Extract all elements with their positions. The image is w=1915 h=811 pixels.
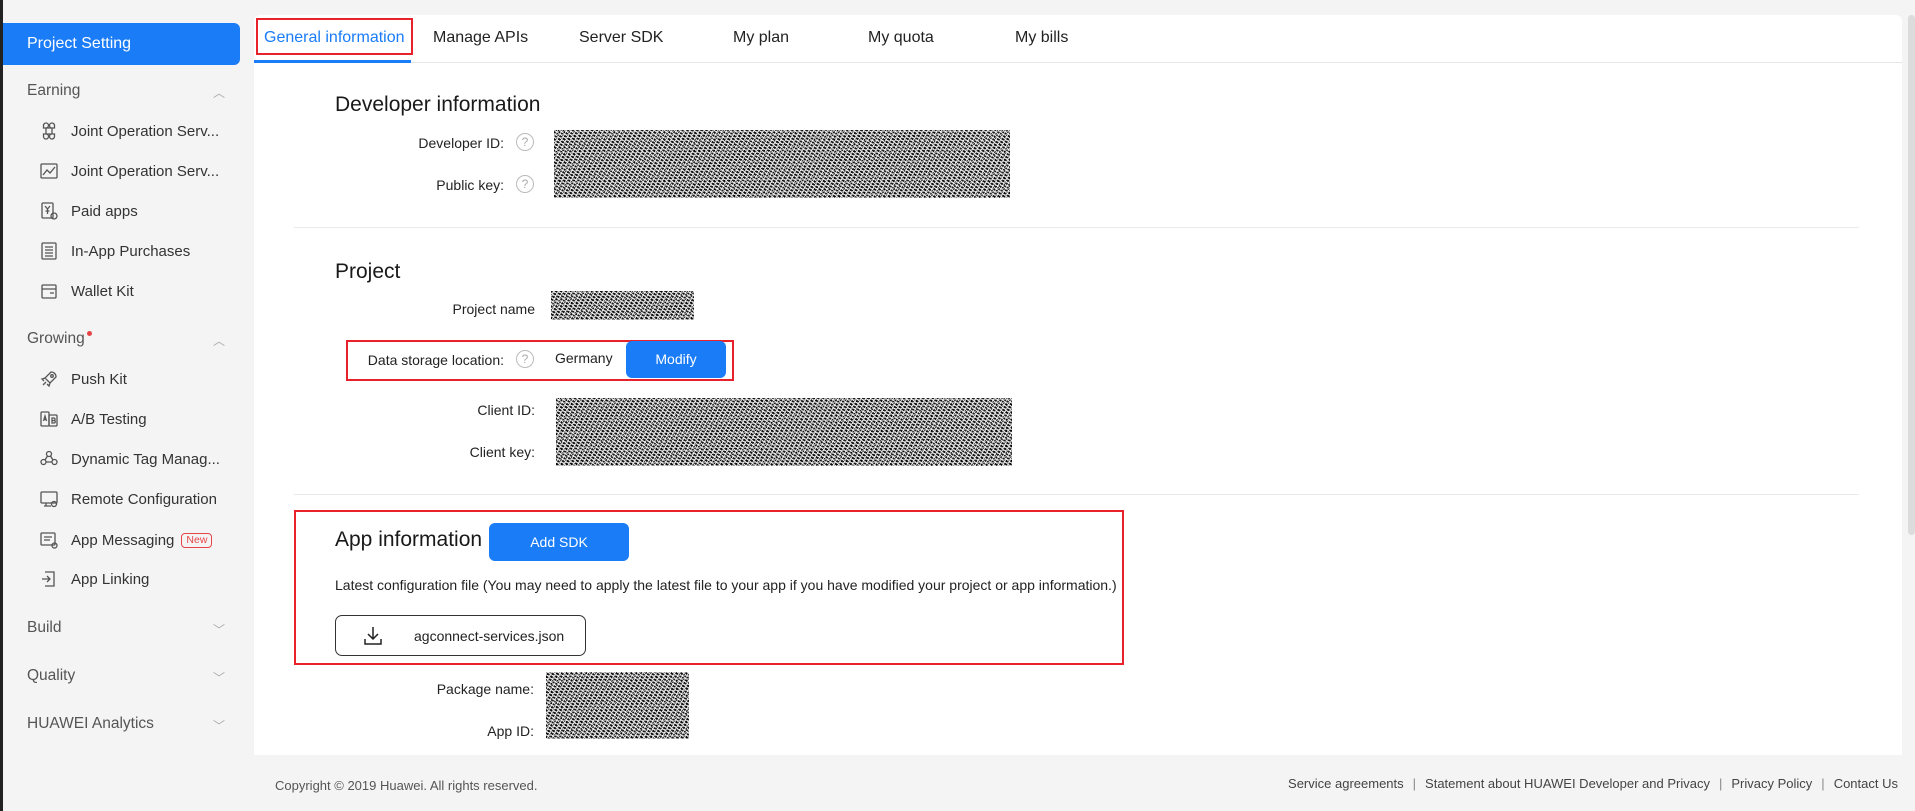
- sidebar-group-huawei-analytics[interactable]: HUAWEI Analytics ﹀: [27, 715, 225, 733]
- sidebar-item-label: Remote Configuration: [71, 490, 217, 508]
- section-title-app-information: App information: [335, 528, 483, 551]
- sidebar-item-in-app-purchases[interactable]: In-App Purchases: [39, 239, 229, 263]
- sidebar-item-paid-apps[interactable]: Paid apps: [39, 199, 229, 223]
- yen-receipt-icon: [39, 201, 59, 221]
- sidebar-group-earning[interactable]: Earning ︿: [27, 82, 225, 100]
- developer-id-label: Developer ID:: [418, 135, 504, 151]
- sidebar-group-label: Quality: [27, 667, 76, 684]
- tab-my-bills[interactable]: My bills: [1015, 29, 1068, 47]
- redacted-developer-credentials: [554, 130, 1010, 198]
- footer-links: Service agreements | Statement about HUA…: [1288, 776, 1898, 791]
- receipt-icon: [39, 241, 59, 261]
- sidebar-group-quality[interactable]: Quality ﹀: [27, 667, 225, 685]
- data-storage-location-value: Germany: [555, 350, 613, 366]
- sidebar-item-label: Dynamic Tag Manag...: [71, 450, 220, 468]
- help-icon[interactable]: ?: [516, 133, 534, 151]
- copyright-text: Copyright © 2019 Huawei. All rights rese…: [275, 778, 538, 793]
- chevron-down-icon: ﹀: [212, 719, 225, 733]
- sidebar-item-wallet-kit[interactable]: Wallet Kit: [39, 279, 229, 303]
- sidebar-group-label: Build: [27, 619, 62, 636]
- main-panel: General information Manage APIs Server S…: [254, 15, 1902, 755]
- redacted-client-credentials: [556, 398, 1012, 466]
- footer-separator: |: [1412, 776, 1417, 791]
- sidebar-item-app-messaging[interactable]: App Messaging New: [39, 528, 229, 552]
- new-badge: New: [181, 532, 213, 548]
- sidebar-item-dynamic-tag-manager[interactable]: Dynamic Tag Manag...: [39, 447, 229, 471]
- footer-separator: |: [1821, 776, 1825, 791]
- add-sdk-button[interactable]: Add SDK: [489, 523, 629, 561]
- footer-link-privacy-statement[interactable]: Statement about HUAWEI Developer and Pri…: [1425, 776, 1710, 791]
- config-file-name: agconnect-services.json: [414, 627, 565, 644]
- sidebar-group-build[interactable]: Build ﹀: [27, 619, 225, 637]
- sidebar-group-growing[interactable]: Growing ︿: [27, 330, 225, 348]
- sidebar-item-label: App Messaging: [71, 531, 175, 549]
- public-key-label: Public key:: [436, 177, 504, 193]
- section-title-project: Project: [335, 260, 401, 283]
- sidebar-item-label: Wallet Kit: [71, 282, 134, 300]
- client-id-label: Client ID:: [477, 402, 535, 418]
- help-icon[interactable]: ?: [516, 175, 534, 193]
- sidebar-group-label: HUAWEI Analytics: [27, 715, 154, 732]
- tab-server-sdk[interactable]: Server SDK: [579, 29, 663, 47]
- footer-link-privacy-policy[interactable]: Privacy Policy: [1731, 776, 1812, 791]
- chevron-down-icon: ﹀: [212, 671, 225, 685]
- active-tab-indicator: [254, 60, 411, 63]
- tab-my-quota[interactable]: My quota: [868, 29, 934, 47]
- chevron-up-icon: ︿: [212, 334, 225, 348]
- sidebar-item-label: App Linking: [71, 570, 150, 588]
- sidebar-item-label: A/B Testing: [71, 410, 147, 428]
- redacted-project-name: [551, 291, 694, 320]
- command-icon: [39, 121, 59, 141]
- sidebar-item-ab-testing[interactable]: A/B Testing: [39, 407, 229, 431]
- sidebar-item-push-kit[interactable]: Push Kit: [39, 367, 229, 391]
- chart-icon: [39, 161, 59, 181]
- modify-button[interactable]: Modify: [626, 341, 726, 378]
- section-title-developer: Developer information: [335, 93, 541, 116]
- section-divider: [294, 227, 1859, 228]
- chevron-down-icon: ﹀: [212, 623, 225, 637]
- sidebar-item-label: Joint Operation Serv...: [71, 162, 220, 180]
- sidebar-item-project-setting[interactable]: Project Setting: [3, 23, 240, 65]
- tab-bar: General information Manage APIs Server S…: [254, 15, 1902, 63]
- rocket-icon: [39, 369, 59, 389]
- footer-separator: |: [1718, 776, 1723, 791]
- sidebar-item-label: Paid apps: [71, 202, 138, 220]
- vertical-scrollbar[interactable]: [1908, 15, 1915, 535]
- ab-testing-icon: [39, 409, 59, 429]
- help-icon[interactable]: ?: [516, 350, 534, 368]
- sidebar-item-remote-configuration[interactable]: Remote Configuration: [39, 487, 229, 511]
- section-divider: [294, 494, 1859, 495]
- config-file-description: Latest configuration file (You may need …: [335, 577, 1117, 593]
- message-icon: [39, 530, 59, 550]
- sidebar-item-joint-operation-1[interactable]: Joint Operation Serv...: [39, 119, 229, 143]
- sidebar-item-label: In-App Purchases: [71, 242, 191, 260]
- sidebar-item-label: Joint Operation Serv...: [71, 122, 220, 140]
- client-key-label: Client key:: [469, 444, 535, 460]
- sidebar-group-label: Earning: [27, 82, 81, 99]
- link-icon: [39, 569, 59, 589]
- footer-link-contact-us[interactable]: Contact Us: [1834, 776, 1898, 791]
- redacted-app-details: [546, 672, 689, 739]
- sidebar-item-joint-operation-2[interactable]: Joint Operation Serv...: [39, 159, 229, 183]
- data-storage-location-label: Data storage location:: [367, 352, 504, 368]
- chevron-up-icon: ︿: [212, 86, 225, 100]
- download-config-button[interactable]: agconnect-services.json: [335, 615, 586, 656]
- project-name-label: Project name: [452, 301, 535, 317]
- sidebar: Project Setting Earning ︿ Joint Operatio…: [0, 0, 240, 811]
- tab-manage-apis[interactable]: Manage APIs: [433, 29, 528, 47]
- sidebar-group-label: Growing: [27, 330, 85, 347]
- tag-nodes-icon: [39, 449, 59, 469]
- sidebar-item-app-linking[interactable]: App Linking: [39, 567, 229, 591]
- footer-link-service-agreements[interactable]: Service agreements: [1288, 776, 1404, 791]
- sidebar-item-label: Push Kit: [71, 370, 127, 388]
- remote-config-icon: [39, 489, 59, 509]
- notification-dot: [86, 331, 92, 336]
- tab-my-plan[interactable]: My plan: [733, 29, 789, 47]
- package-name-label: Package name:: [436, 681, 534, 697]
- highlight-box-tab: [256, 18, 413, 55]
- download-icon: [364, 626, 382, 645]
- wallet-icon: [39, 281, 59, 301]
- app-id-label: App ID:: [487, 723, 534, 739]
